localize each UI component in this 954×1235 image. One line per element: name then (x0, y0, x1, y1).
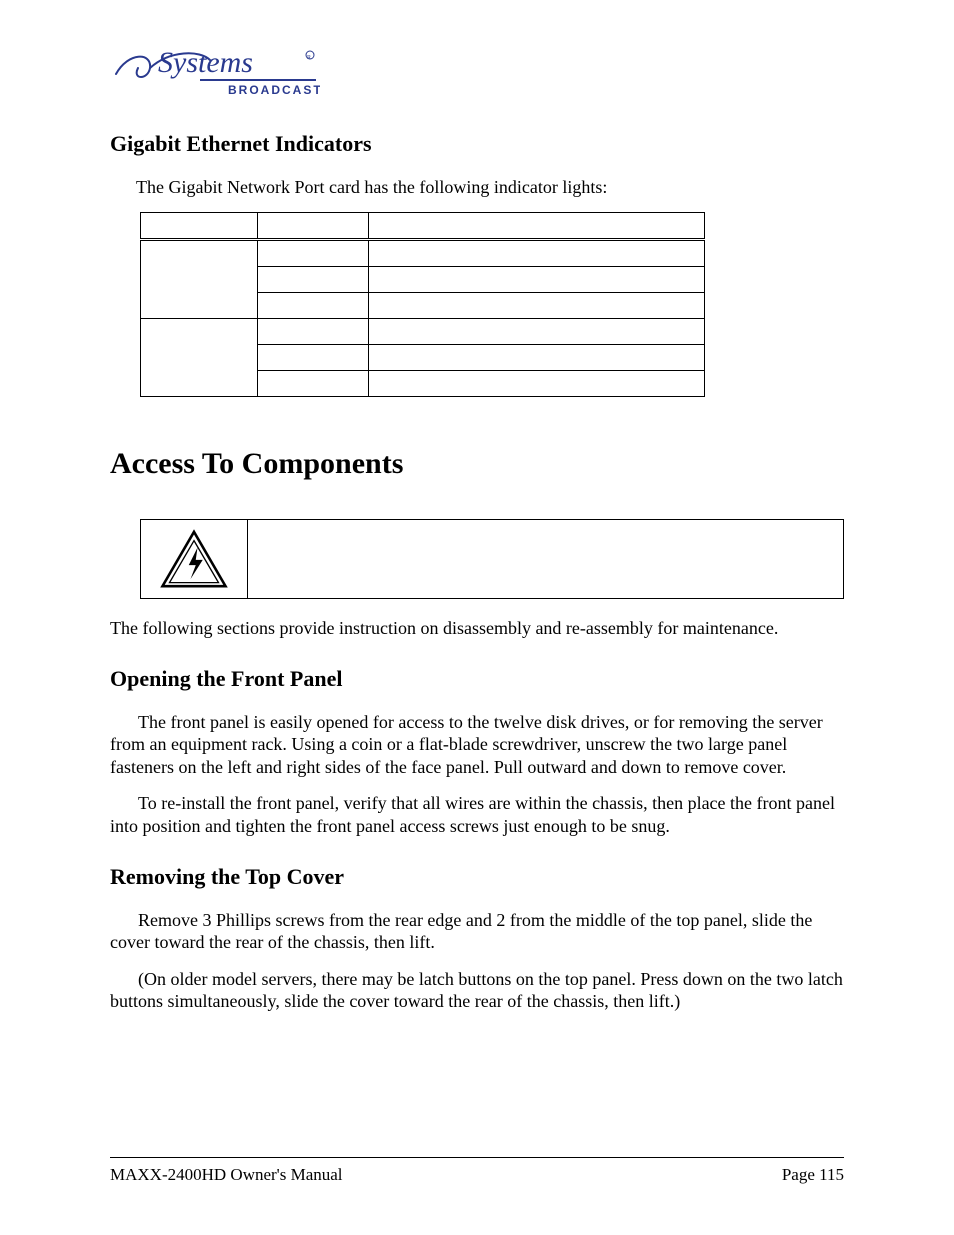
top-cover-p2: (On older model servers, there may be la… (110, 968, 844, 1013)
intro-gigabit: The Gigabit Network Port card has the fo… (136, 176, 844, 199)
footer-manual-title: MAXX-2400HD Owner's Manual (110, 1164, 343, 1185)
table-row (141, 319, 705, 345)
warning-icon-cell (140, 519, 248, 599)
page-footer: MAXX-2400HD Owner's Manual Page 115 (110, 1157, 844, 1185)
electrical-hazard-icon (159, 528, 229, 590)
front-panel-p1: The front panel is easily opened for acc… (110, 711, 844, 779)
warning-callout (140, 519, 844, 599)
logo-script-text: Systems (158, 46, 253, 79)
disassembly-intro: The following sections provide instructi… (110, 617, 844, 640)
table-row (141, 213, 705, 240)
logo-sub-text: BROADCAST (228, 83, 320, 97)
heading-removing-top-cover: Removing the Top Cover (110, 863, 844, 891)
warning-text-cell (248, 519, 844, 599)
document-page: Systems BROADCAST R Gigabit Ethernet Ind… (0, 0, 954, 1235)
heading-opening-front-panel: Opening the Front Panel (110, 665, 844, 693)
footer-page-number: Page 115 (782, 1164, 844, 1185)
table-row (141, 240, 705, 267)
svg-text:R: R (307, 55, 311, 61)
indicator-table (140, 212, 705, 397)
front-panel-p2: To re-install the front panel, verify th… (110, 792, 844, 837)
heading-access-components: Access To Components (110, 445, 844, 483)
brand-logo: Systems BROADCAST R (110, 40, 320, 100)
top-cover-p1: Remove 3 Phillips screws from the rear e… (110, 909, 844, 954)
heading-gigabit-ethernet: Gigabit Ethernet Indicators (110, 130, 844, 158)
